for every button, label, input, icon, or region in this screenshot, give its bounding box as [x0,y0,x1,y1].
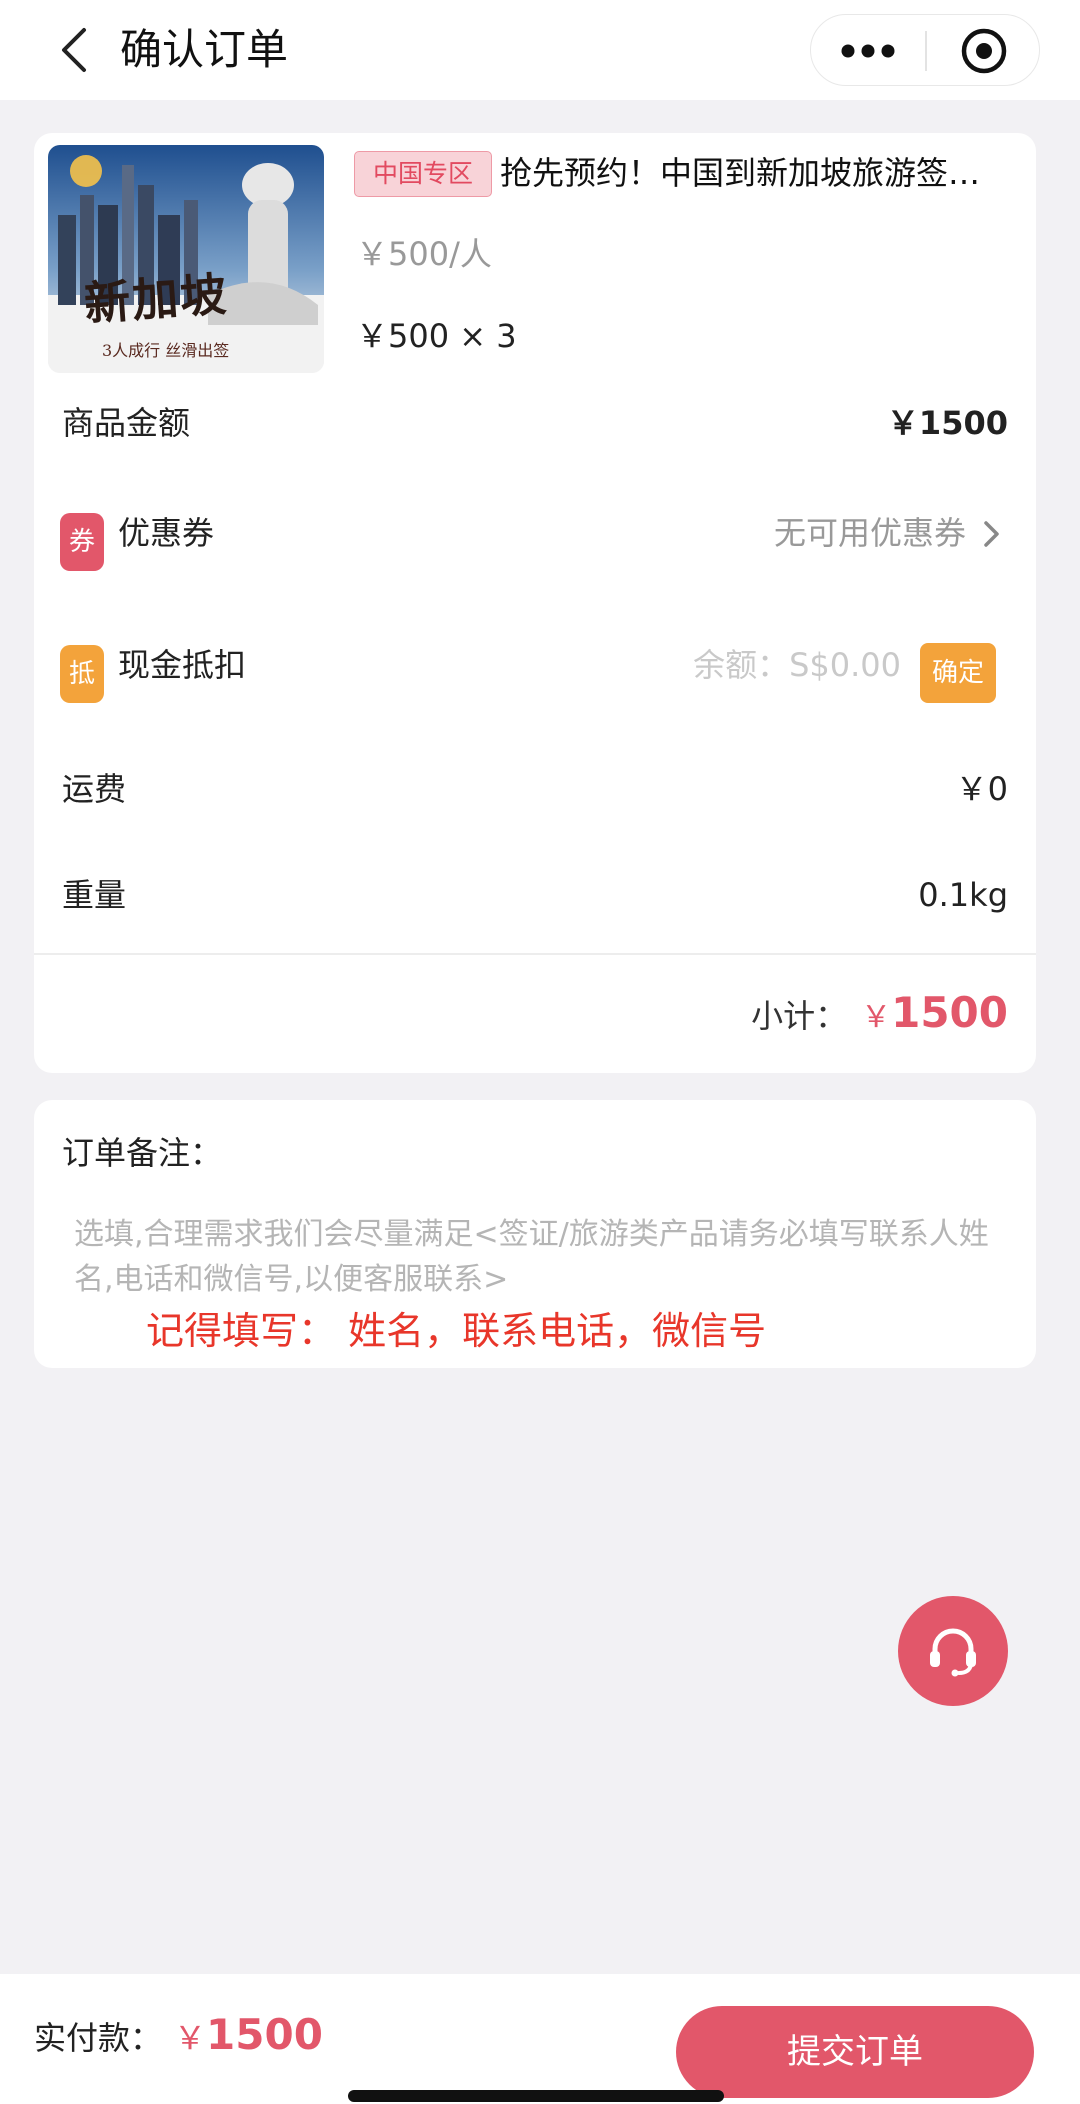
product-title[interactable]: 抢先预约！中国到新加坡旅游签… [500,147,1030,199]
more-dots-icon [841,44,895,58]
pay-summary: 实付款： ￥1500 [34,2010,323,2059]
product-image[interactable]: 新加坡 3人成行 丝滑出签 [48,145,324,373]
shipping-value: ￥0 [955,770,1008,808]
region-tag: 中国专区 [354,151,493,197]
checkout-bar: 实付款： ￥1500 提交订单 [0,1974,1080,2104]
pay-label: 实付款： [34,2019,163,2057]
weight-label: 重量 [62,876,127,914]
page-title: 确认订单 [120,25,289,74]
coupon-label: 优惠券 [118,514,215,552]
goods-amount-label: 商品金额 [62,404,191,442]
coupon-row[interactable]: 券 优惠券 无可用优惠券 [34,483,1036,583]
chevron-right-icon [984,521,999,547]
pay-currency: ￥ [174,2019,207,2057]
remark-hint: 记得填写： 姓名，联系电话，微信号 [146,1309,767,1353]
subtotal-amount: 1500 [891,988,1008,1037]
more-button[interactable] [811,15,925,87]
poster-subtitle: 3人成行 丝滑出签 [102,341,230,360]
back-button[interactable] [48,20,98,80]
chevron-left-icon [62,28,86,72]
subtotal: 小计： ￥1500 [751,973,1008,1053]
coupon-icon: 券 [60,513,104,571]
cash-deduction-icon: 抵 [60,645,104,703]
target-circle-icon [961,28,1007,74]
close-mini-program-button[interactable] [927,15,1041,87]
nav-bar: 确认订单 [0,0,1080,100]
shipping-label: 运费 [62,770,127,808]
pay-amount: 1500 [206,2010,323,2059]
cash-deduction-label: 现金抵扣 [118,646,247,684]
cash-balance: 余额：S$0.00 [693,646,901,684]
remark-label: 订单备注： [62,1134,223,1172]
unit-price: ￥500/人 [356,235,492,273]
submit-order-button[interactable]: 提交订单 [676,2006,1034,2098]
remark-input[interactable] [74,1212,1014,1302]
cash-deduction-row: 抵 现金抵扣 余额：S$0.00 确定 [34,615,1036,715]
mini-program-capsule [810,14,1040,86]
poster-title: 新加坡 [82,267,230,331]
shipping-row: 运费 ￥0 [34,739,1036,839]
goods-amount-value: ￥1500 [886,404,1008,442]
weight-value: 0.1kg [918,876,1008,914]
subtotal-currency: ￥ [861,1000,892,1035]
weight-row: 重量 0.1kg [34,845,1036,945]
order-card: 新加坡 3人成行 丝滑出签 中国专区 抢先预约！中国到新加坡旅游签… ￥500/… [34,133,1036,1073]
goods-amount-row: 商品金额 ￥1500 [34,373,1036,473]
divider [34,953,1036,955]
subtotal-label: 小计： [751,997,848,1035]
headset-icon [930,1628,976,1677]
order-confirm-page: 确认订单 新加坡 3人成行 丝滑出签 中国专区 抢先预约！中国到新加坡旅游签… … [0,0,1080,2104]
customer-service-button[interactable] [898,1596,1008,1706]
remark-card: 订单备注： 记得填写： 姓名，联系电话，微信号 [34,1100,1036,1368]
home-indicator [348,2090,724,2102]
cash-confirm-button[interactable]: 确定 [920,643,996,703]
quantity-price: ￥500 × 3 [356,317,517,355]
coupon-value[interactable]: 无可用优惠券 [774,483,966,583]
